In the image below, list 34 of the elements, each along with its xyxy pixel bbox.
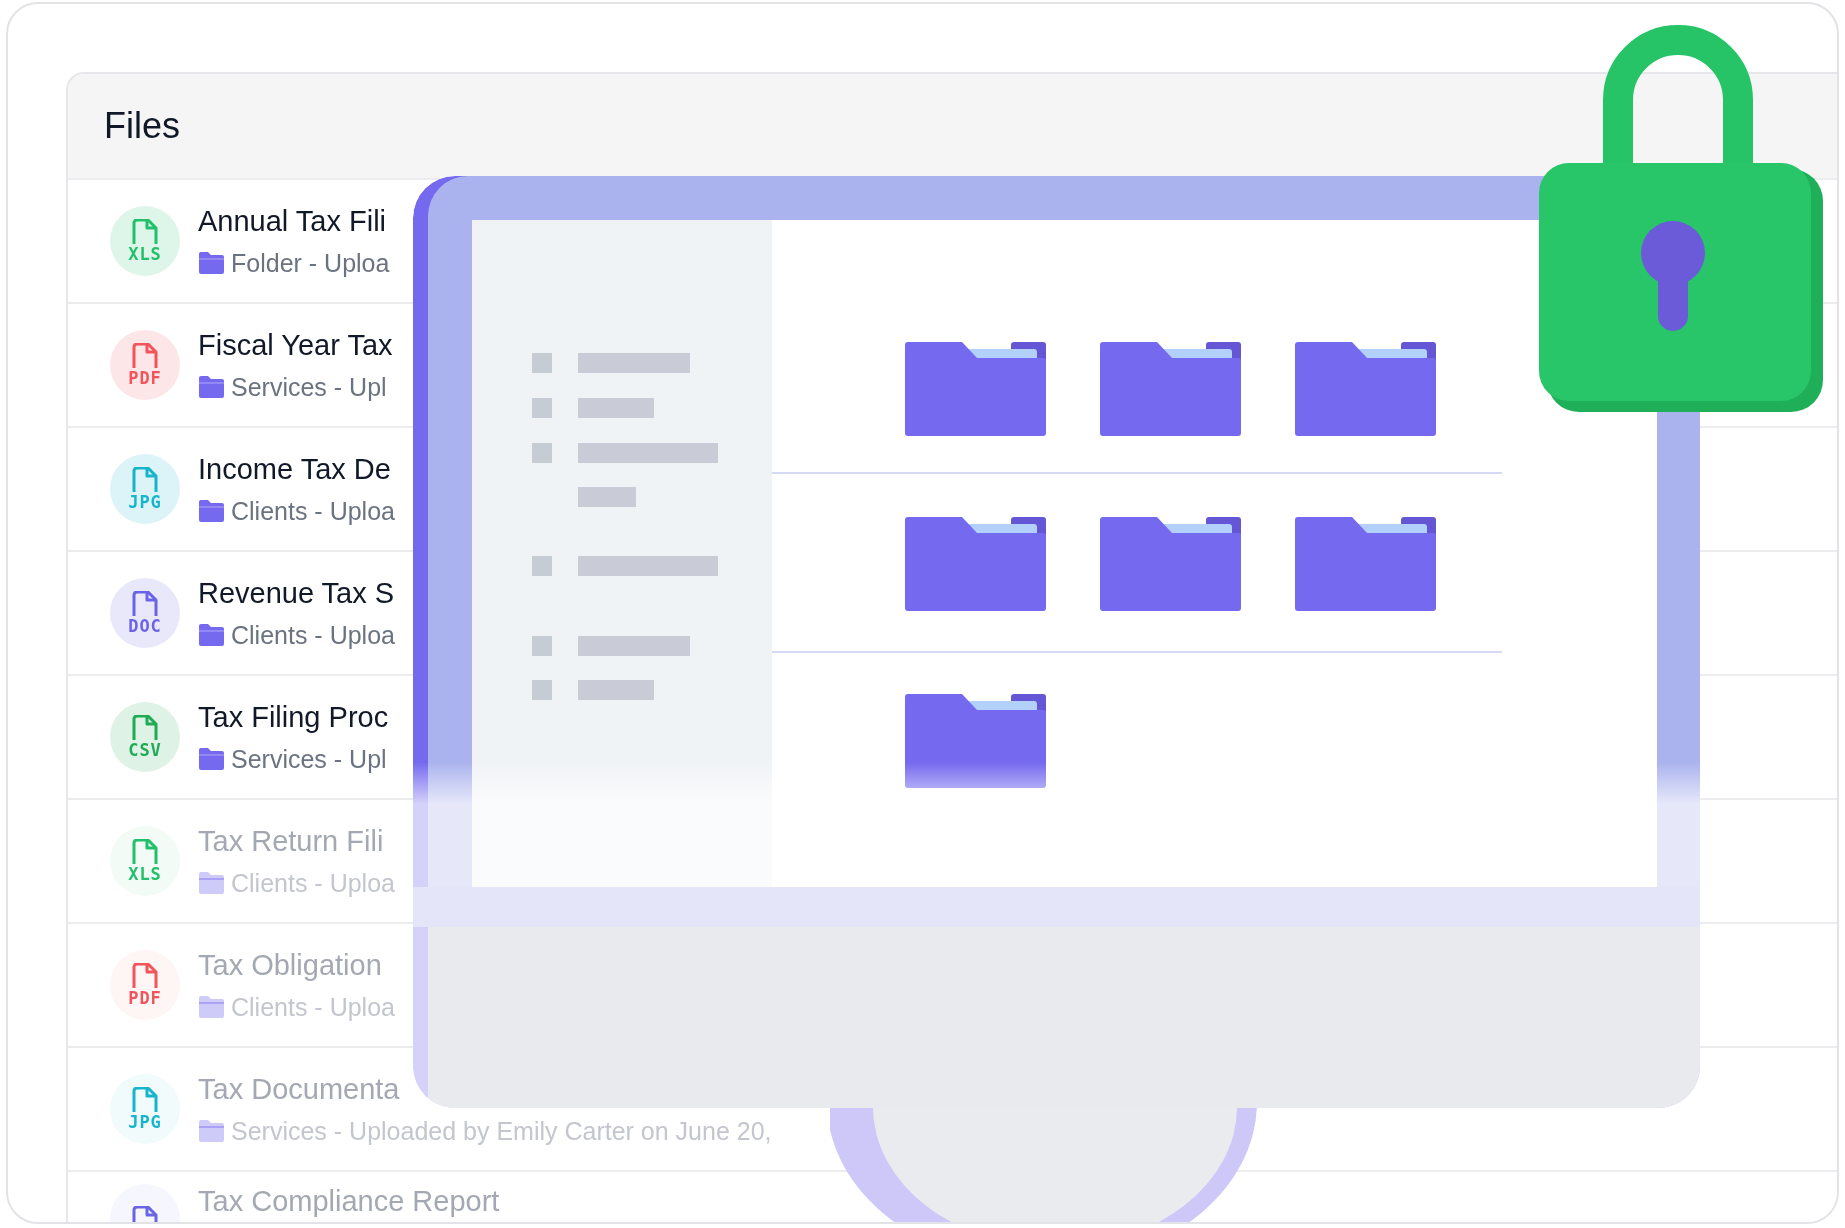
file-title: Income Tax De [198, 452, 392, 486]
file-type-label: DOC [128, 617, 162, 635]
folder-icon [198, 375, 225, 399]
folder-icon [198, 499, 225, 523]
file-subtitle: Clients - Uploa [231, 868, 395, 898]
folder-icon [198, 995, 225, 1019]
file-title: Annual Tax Fili [198, 204, 388, 238]
folder-icon [198, 623, 225, 647]
folder-icon [198, 251, 225, 275]
card-title: Files [104, 105, 180, 147]
file-subtitle: Clients - Uploa [231, 496, 395, 526]
file-type-label: PDF [128, 369, 162, 387]
file-subtitle: Services - Uploaded by Emily Carter on June 20, [231, 1116, 772, 1146]
file-title: Tax Documenta [198, 1072, 401, 1106]
file-type-label: JPG [128, 493, 162, 511]
file-subtitle: Services - Upl [231, 372, 387, 402]
file-type-label: XLS [128, 865, 162, 883]
file-title: Tax Return Fili [198, 824, 385, 858]
file-type-label: XLS [128, 245, 162, 263]
file-type-label: PDF [128, 989, 162, 1007]
file-subtitle: Clients - Uploa [231, 620, 395, 650]
file-title: Tax Filing Proc [198, 700, 389, 734]
folder-icon [198, 871, 225, 895]
folder-icon [198, 747, 225, 771]
file-title: Tax Obligation [198, 948, 383, 982]
file-subtitle: Services - Upl [231, 744, 387, 774]
file-title: Revenue Tax S [198, 576, 395, 610]
file-type-label: JPG [128, 1113, 162, 1131]
file-type-label: CSV [128, 741, 162, 759]
file-subtitle: Folder - Uploa [231, 248, 390, 278]
folder-icon [198, 1119, 225, 1143]
file-subtitle: Clients - Uploa [231, 992, 395, 1022]
file-title: Tax Compliance Report [198, 1184, 500, 1218]
file-title: Fiscal Year Tax [198, 328, 393, 362]
